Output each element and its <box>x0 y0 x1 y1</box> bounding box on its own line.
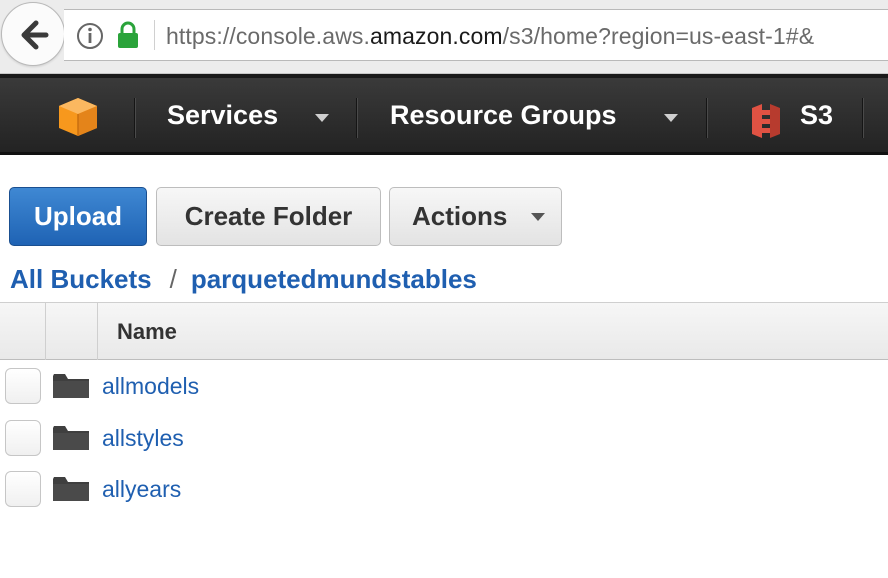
column-header-name[interactable]: Name <box>117 319 177 345</box>
breadcrumb: All Buckets / parquetedmundstables <box>10 264 477 295</box>
nav-divider <box>134 98 136 138</box>
s3-service-link[interactable]: S3 <box>800 100 833 131</box>
actions-label: Actions <box>412 201 508 231</box>
back-button[interactable] <box>1 2 65 66</box>
folder-link[interactable]: allyears <box>102 476 181 503</box>
folder-icon <box>53 477 89 501</box>
url-host: amazon.com <box>370 23 503 49</box>
select-all-column[interactable] <box>0 303 46 360</box>
aws-logo-icon[interactable] <box>56 96 100 138</box>
row-checkbox[interactable] <box>5 471 41 507</box>
browser-toolbar: https://console.aws.amazon.com/s3/home?r… <box>0 0 888 74</box>
address-separator <box>154 20 155 50</box>
table-row: allstyles <box>0 412 888 464</box>
folder-icon <box>53 426 89 450</box>
aws-top-nav: Services Resource Groups S3 <box>0 74 888 155</box>
resource-groups-menu[interactable]: Resource Groups <box>390 100 617 131</box>
folder-icon <box>53 374 89 398</box>
nav-divider <box>862 98 864 138</box>
breadcrumb-separator: / <box>169 264 177 294</box>
services-menu[interactable]: Services <box>167 100 278 131</box>
upload-button[interactable]: Upload <box>9 187 147 246</box>
table-row: allmodels <box>0 360 888 412</box>
url-text[interactable]: https://console.aws.amazon.com/s3/home?r… <box>166 23 814 50</box>
chevron-down-icon[interactable] <box>315 114 329 122</box>
folder-link[interactable]: allstyles <box>102 425 184 452</box>
back-arrow-icon <box>21 20 49 50</box>
object-table-header: Name <box>0 302 888 360</box>
icon-column <box>46 303 98 360</box>
chevron-down-icon[interactable] <box>664 114 678 122</box>
breadcrumb-current-bucket[interactable]: parquetedmundstables <box>191 264 477 294</box>
actions-button[interactable]: Actions <box>389 187 562 246</box>
table-row: allyears <box>0 463 888 515</box>
nav-divider <box>356 98 358 138</box>
create-folder-button[interactable]: Create Folder <box>156 187 381 246</box>
nav-divider <box>706 98 708 138</box>
chevron-down-icon <box>531 213 545 221</box>
breadcrumb-all-buckets[interactable]: All Buckets <box>10 264 152 294</box>
lock-icon[interactable] <box>116 21 140 49</box>
url-prefix: https://console.aws. <box>166 23 370 49</box>
address-bar[interactable]: https://console.aws.amazon.com/s3/home?r… <box>64 9 888 61</box>
s3-logo-icon[interactable] <box>748 102 784 140</box>
row-checkbox[interactable] <box>5 420 41 456</box>
url-path: /s3/home?region=us-east-1#& <box>502 23 815 49</box>
folder-link[interactable]: allmodels <box>102 373 199 400</box>
info-icon[interactable] <box>76 22 104 50</box>
row-checkbox[interactable] <box>5 368 41 404</box>
